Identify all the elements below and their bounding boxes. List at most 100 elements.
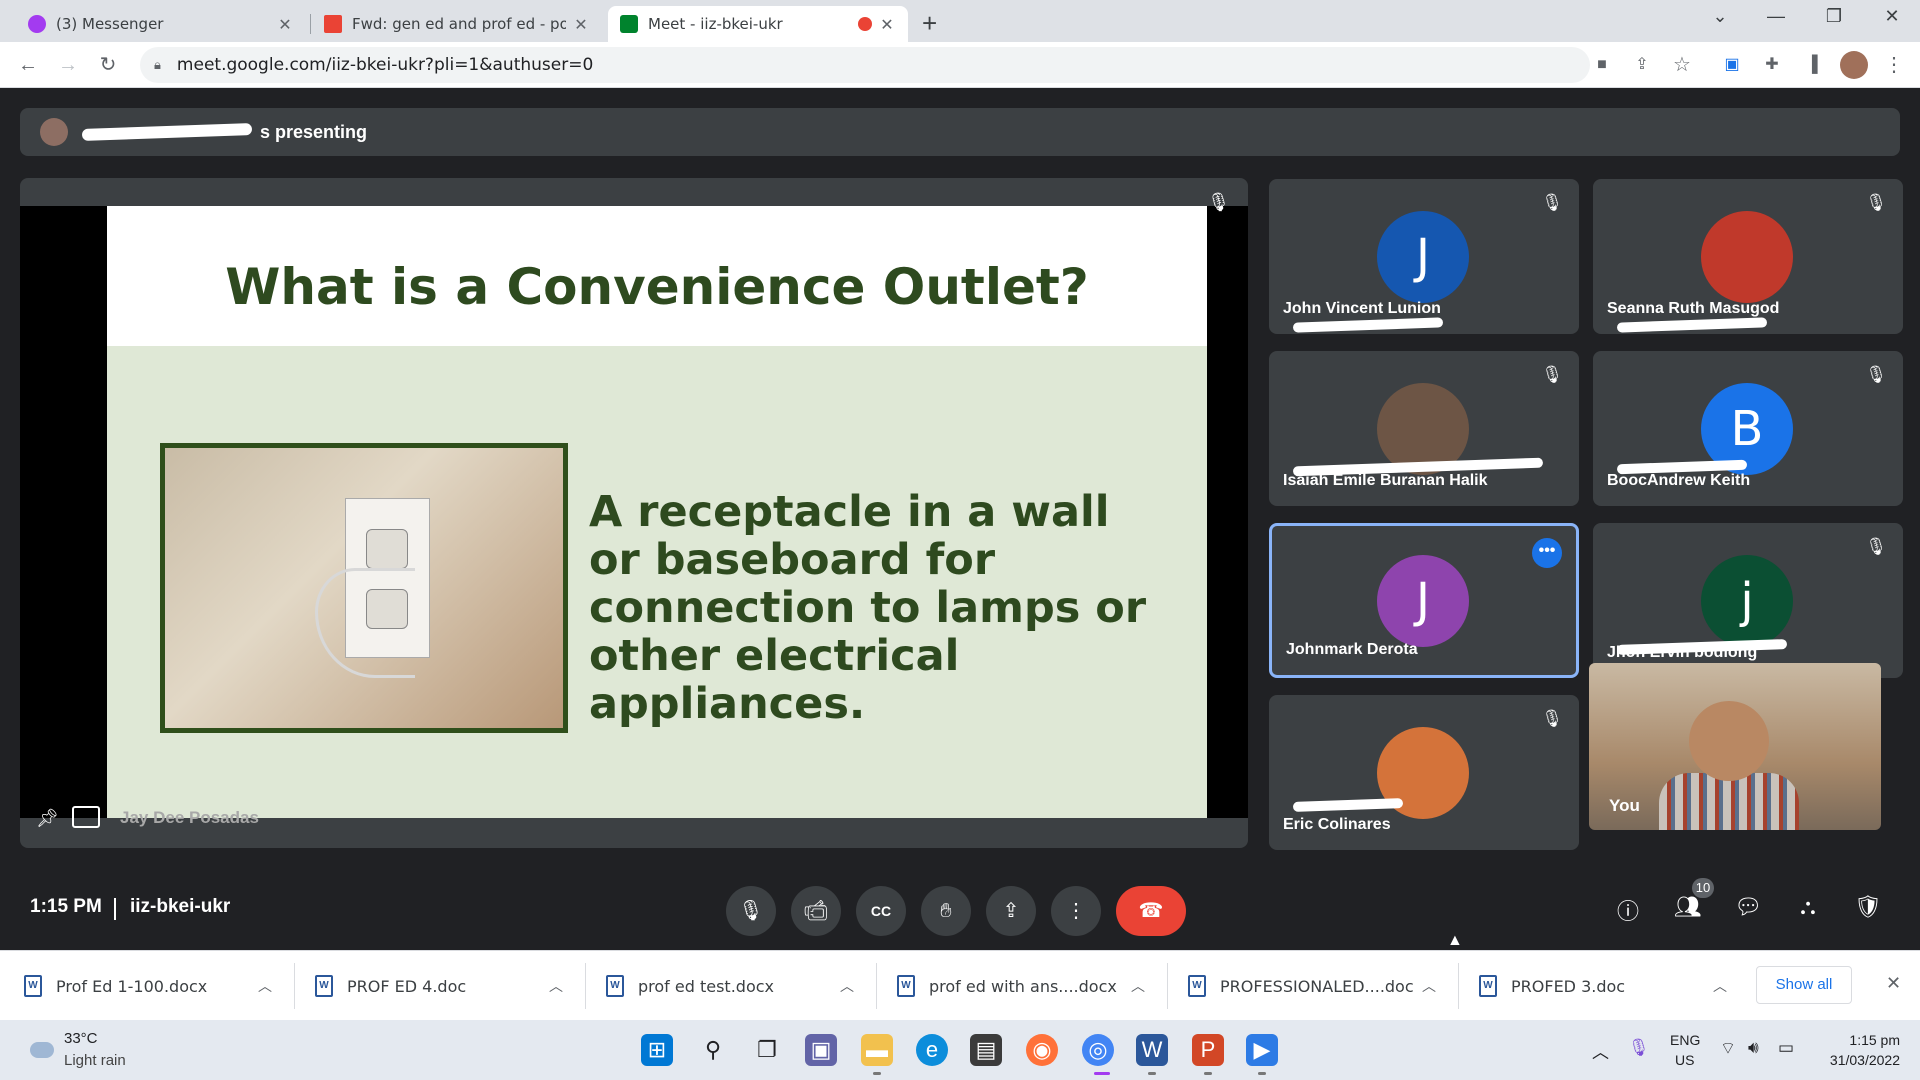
host-controls-icon[interactable]: 🛡︎	[1850, 894, 1886, 920]
tab-title: Meet - iiz-bkei-ukr	[648, 15, 783, 33]
info-icon[interactable]: ⓘ	[1610, 894, 1646, 926]
show-all-button[interactable]: Show all	[1756, 966, 1852, 1004]
teams-icon[interactable]: ▣	[805, 1034, 837, 1066]
task-view-icon[interactable]: ❐	[751, 1034, 783, 1066]
participant-tile[interactable]: J John Vincent Lunion 🎙︎	[1269, 179, 1579, 334]
chrome-icon[interactable]: ◎	[1082, 1034, 1114, 1066]
minimize-icon[interactable]: —	[1756, 6, 1796, 27]
avatar: J	[1377, 211, 1469, 303]
download-filename: PROFED 3.doc	[1511, 976, 1626, 996]
chat-icon[interactable]: 💬︎	[1730, 894, 1766, 920]
firefox-icon[interactable]: ◉	[1026, 1034, 1058, 1066]
meet-area: s presenting What is a Convenience Outle…	[0, 88, 1920, 950]
cast-icon[interactable]: ▣	[1718, 51, 1746, 79]
running-indicator	[1148, 1072, 1156, 1075]
raise-hand-button[interactable]: ✋︎	[921, 886, 971, 936]
meet-icon	[620, 15, 638, 33]
extensions-icon[interactable]: ✚	[1758, 51, 1786, 79]
download-item[interactable]: W Prof Ed 1-100.docx ︿	[0, 963, 280, 1009]
download-item[interactable]: W PROF ED 4.doc ︿	[291, 963, 571, 1009]
present-button[interactable]: ⇪	[986, 886, 1036, 936]
new-tab-button[interactable]: +	[922, 8, 937, 39]
power-cord	[315, 568, 415, 678]
chevron-up-icon[interactable]: ︿	[541, 976, 571, 996]
close-window-icon[interactable]: ✕	[1872, 6, 1912, 27]
word-doc-icon: W	[1479, 975, 1497, 997]
participant-tile[interactable]: j Jhon Ervin bodlong 🎙︎	[1593, 523, 1903, 678]
presentation-stage[interactable]: What is a Convenience Outlet? A receptac…	[20, 178, 1248, 848]
star-icon[interactable]: ☆	[1668, 51, 1696, 79]
store-icon[interactable]: ▤	[970, 1034, 1002, 1066]
close-icon[interactable]: ✕	[1886, 973, 1901, 994]
forward-icon[interactable]: →	[54, 51, 82, 79]
word-icon[interactable]: W	[1136, 1034, 1168, 1066]
weather-temperature[interactable]: 33°C	[64, 1030, 98, 1047]
browser-toolbar: ← → ↻ 🔒︎ meet.google.com/iiz-bkei-ukr?pl…	[0, 42, 1920, 88]
close-icon[interactable]: ✕	[572, 15, 590, 34]
taskbar-clock[interactable]: 1:15 pm	[1820, 1032, 1900, 1048]
avatar[interactable]	[1840, 51, 1868, 79]
chevron-up-icon[interactable]: ︿	[1592, 1038, 1609, 1063]
start-icon[interactable]: ⊞	[641, 1034, 673, 1066]
edge-icon[interactable]: e	[916, 1034, 948, 1066]
lock-icon[interactable]: 🔒︎	[154, 57, 161, 73]
participant-tile[interactable]: J Johnmark Derota •••	[1269, 523, 1579, 678]
language-indicator[interactable]: ENG	[1670, 1032, 1700, 1048]
tab-search-icon[interactable]: ⌄	[1700, 6, 1740, 27]
chevron-up-icon[interactable]: ︿	[832, 976, 862, 996]
participant-tile[interactable]: Isaiah Emile Buranan Halik 🎙︎	[1269, 351, 1579, 506]
avatar	[40, 118, 68, 146]
participant-tile[interactable]: B BoocAndrew Keith 🎙︎	[1593, 351, 1903, 506]
restore-icon[interactable]: ❐	[1814, 6, 1854, 27]
camera-icon[interactable]: ■	[1588, 51, 1616, 79]
download-item[interactable]: W PROFESSIONALED....doc ︿	[1164, 963, 1444, 1009]
pin-icon[interactable]: 📌︎	[36, 808, 59, 829]
battery-icon[interactable]: ▭	[1778, 1038, 1794, 1058]
file-explorer-icon[interactable]: ▬	[861, 1034, 893, 1066]
share-icon[interactable]: ⇪	[1628, 51, 1656, 79]
tab-meet[interactable]: Meet - iiz-bkei-ukr ✕	[608, 6, 908, 42]
download-item[interactable]: W prof ed with ans....docx ︿	[873, 963, 1153, 1009]
tab-messenger[interactable]: (3) Messenger ✕	[16, 6, 306, 42]
back-icon[interactable]: ←	[14, 51, 42, 79]
chevron-up-icon[interactable]: ︿	[1414, 976, 1444, 996]
microphone-icon[interactable]: 🎙︎	[1628, 1038, 1650, 1058]
word-doc-icon: W	[24, 975, 42, 997]
word-doc-icon: W	[606, 975, 624, 997]
taskbar-date[interactable]: 31/03/2022	[1810, 1052, 1900, 1068]
camera-button[interactable]: 📹︎	[791, 886, 841, 936]
more-options-button[interactable]: ⋮	[1051, 886, 1101, 936]
self-view[interactable]: You	[1589, 663, 1881, 830]
download-item[interactable]: W PROFED 3.doc ︿	[1455, 963, 1735, 1009]
activities-icon[interactable]: ⛬	[1790, 894, 1826, 920]
menu-icon[interactable]: ⋮	[1880, 51, 1908, 79]
close-icon[interactable]: ✕	[276, 15, 294, 34]
address-bar[interactable]: 🔒︎ meet.google.com/iiz-bkei-ukr?pli=1&au…	[140, 47, 1590, 83]
region-indicator[interactable]: US	[1675, 1052, 1694, 1068]
search-icon[interactable]: ⚲	[697, 1034, 729, 1066]
weather-icon[interactable]	[30, 1042, 54, 1058]
participant-tile[interactable]: Eric Colinares 🎙︎	[1269, 695, 1579, 850]
zoom-icon[interactable]: ▶	[1246, 1034, 1278, 1066]
captions-button[interactable]: CC	[856, 886, 906, 936]
side-panel-icon[interactable]: ▐	[1798, 51, 1826, 79]
end-call-button[interactable]: ☎︎	[1116, 886, 1186, 936]
powerpoint-icon[interactable]: P	[1192, 1034, 1224, 1066]
download-item[interactable]: W prof ed test.docx ︿	[582, 963, 862, 1009]
more-options-icon[interactable]: •••	[1532, 538, 1562, 568]
close-icon[interactable]: ✕	[878, 15, 896, 34]
volume-icon[interactable]: 🔊︎	[1748, 1038, 1759, 1058]
wifi-icon[interactable]: ⌔	[1720, 1038, 1736, 1059]
chevron-up-icon[interactable]: ︿	[250, 976, 280, 996]
chevron-up-icon[interactable]: ︿	[1705, 976, 1735, 996]
microphone-button[interactable]: 🎙︎	[726, 886, 776, 936]
presenting-bar: s presenting	[20, 108, 1900, 156]
weather-description[interactable]: Light rain	[64, 1052, 126, 1069]
chevron-up-icon[interactable]: ︿	[1123, 976, 1153, 996]
mic-off-icon: 🎙︎	[1541, 365, 1563, 384]
participant-tile[interactable]: Seanna Ruth Masugod 🎙︎	[1593, 179, 1903, 334]
slide-title: What is a Convenience Outlet?	[225, 258, 1089, 316]
tab-title: Fwd: gen ed and prof ed - posad	[352, 15, 566, 33]
reload-icon[interactable]: ↻	[94, 51, 122, 79]
tab-gmail[interactable]: Fwd: gen ed and prof ed - posad ✕	[312, 6, 602, 42]
